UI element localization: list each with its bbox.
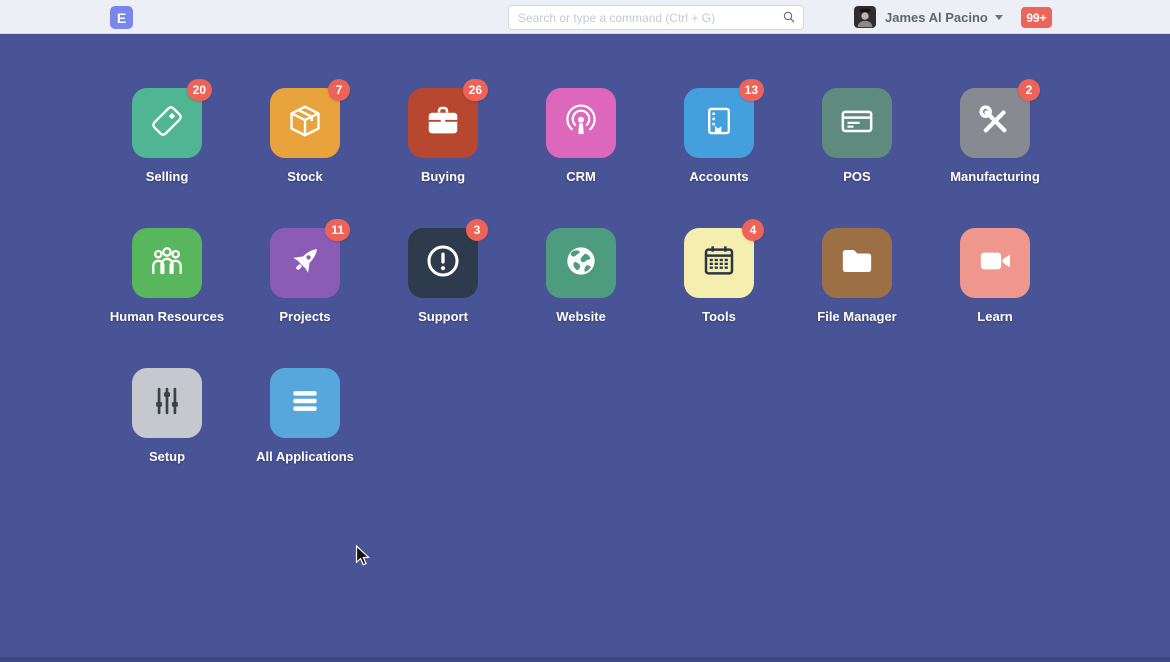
search-input[interactable] xyxy=(508,5,804,30)
module-manufacturing[interactable]: 2 Manufacturing xyxy=(926,88,1064,228)
open-count-badge: 26 xyxy=(463,79,488,101)
user-name: James Al Pacino xyxy=(885,10,988,25)
module-label: Accounts xyxy=(689,169,748,184)
people-icon xyxy=(147,241,187,286)
alert-circle-icon xyxy=(423,241,463,286)
module-pos[interactable]: POS xyxy=(788,88,926,228)
tag-icon xyxy=(148,102,186,145)
module-website[interactable]: Website xyxy=(512,228,650,368)
video-camera-icon xyxy=(975,241,1015,286)
open-count-badge: 7 xyxy=(328,79,350,101)
app-logo[interactable]: E xyxy=(110,6,133,29)
rocket-icon xyxy=(285,241,325,286)
open-count-badge: 2 xyxy=(1018,79,1040,101)
module-label: Stock xyxy=(287,169,322,184)
open-count-badge: 3 xyxy=(466,219,488,241)
module-label: All Applications xyxy=(256,449,354,464)
module-tile[interactable]: 13 xyxy=(684,88,754,158)
module-all-applications[interactable]: All Applications xyxy=(236,368,374,508)
module-tile[interactable]: 4 xyxy=(684,228,754,298)
module-tile[interactable] xyxy=(546,88,616,158)
open-count-badge: 11 xyxy=(325,219,350,241)
podcast-icon xyxy=(562,102,600,145)
module-label: POS xyxy=(843,169,870,184)
module-label: Learn xyxy=(977,309,1012,324)
folder-icon xyxy=(837,241,877,286)
module-buying[interactable]: 26 Buying xyxy=(374,88,512,228)
module-label: Support xyxy=(418,309,468,324)
module-label: Buying xyxy=(421,169,465,184)
module-label: Manufacturing xyxy=(950,169,1040,184)
avatar xyxy=(854,6,876,28)
module-tile[interactable]: 11 xyxy=(270,228,340,298)
module-projects[interactable]: 11 Projects xyxy=(236,228,374,368)
open-count-badge: 4 xyxy=(742,219,764,241)
module-label: Website xyxy=(556,309,606,324)
module-learn[interactable]: Learn xyxy=(926,228,1064,368)
sliders-icon xyxy=(148,382,186,425)
menu-icon xyxy=(285,381,325,426)
module-label: Tools xyxy=(702,309,736,324)
module-label: Projects xyxy=(279,309,330,324)
global-search xyxy=(508,5,804,30)
module-label: CRM xyxy=(566,169,596,184)
module-label: Setup xyxy=(149,449,185,464)
module-crm[interactable]: CRM xyxy=(512,88,650,228)
module-tile[interactable] xyxy=(132,368,202,438)
open-count-badge: 20 xyxy=(187,79,212,101)
top-navbar: E James Al Pacino 99+ xyxy=(0,0,1170,34)
globe-icon xyxy=(561,241,601,286)
bottom-edge xyxy=(0,657,1170,662)
module-support[interactable]: 3 Support xyxy=(374,228,512,368)
user-menu[interactable]: James Al Pacino xyxy=(854,0,1003,34)
module-label: Selling xyxy=(146,169,189,184)
module-grid: 20 Selling 7 Stock 26 Buying CRM 13 Accounts POS 2… xyxy=(98,88,1064,508)
module-stock[interactable]: 7 Stock xyxy=(236,88,374,228)
calendar-icon xyxy=(699,241,739,286)
module-tile[interactable]: 2 xyxy=(960,88,1030,158)
wrench-screwdriver-icon xyxy=(975,101,1015,146)
box-icon xyxy=(286,102,324,145)
module-accounts[interactable]: 13 Accounts xyxy=(650,88,788,228)
module-label: File Manager xyxy=(817,309,896,324)
open-count-badge: 13 xyxy=(739,79,764,101)
mouse-cursor xyxy=(355,545,372,573)
module-tile[interactable] xyxy=(822,228,892,298)
notification-badge[interactable]: 99+ xyxy=(1021,7,1052,28)
ledger-book-icon xyxy=(700,102,738,145)
module-tile[interactable]: 3 xyxy=(408,228,478,298)
module-label: Human Resources xyxy=(110,309,224,324)
module-tile[interactable]: 20 xyxy=(132,88,202,158)
module-setup[interactable]: Setup xyxy=(98,368,236,508)
chevron-down-icon xyxy=(995,15,1003,20)
module-file-manager[interactable]: File Manager xyxy=(788,228,926,368)
module-tile[interactable]: 7 xyxy=(270,88,340,158)
card-icon xyxy=(837,101,877,146)
module-tile[interactable] xyxy=(822,88,892,158)
module-tile[interactable] xyxy=(132,228,202,298)
briefcase-icon xyxy=(424,102,462,145)
module-tile[interactable] xyxy=(270,368,340,438)
module-human-resources[interactable]: Human Resources xyxy=(98,228,236,368)
module-tile[interactable]: 26 xyxy=(408,88,478,158)
module-tile[interactable] xyxy=(546,228,616,298)
search-icon[interactable] xyxy=(781,9,797,30)
module-tools[interactable]: 4 Tools xyxy=(650,228,788,368)
module-tile[interactable] xyxy=(960,228,1030,298)
module-selling[interactable]: 20 Selling xyxy=(98,88,236,228)
